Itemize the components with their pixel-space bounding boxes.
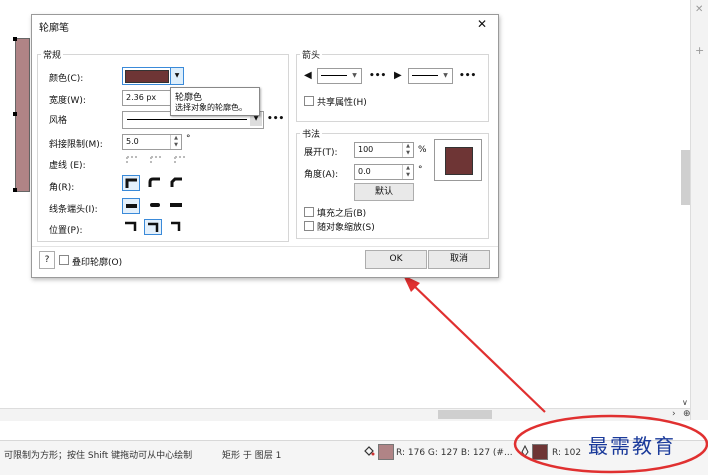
share-attr-checkbox[interactable] (304, 96, 314, 106)
stretch-unit: % (418, 145, 427, 155)
angle-value: 0.0 (358, 167, 371, 176)
color-dropdown-icon[interactable]: ▼ (170, 68, 183, 84)
stretch-spinner[interactable]: ▲ ▼ (402, 143, 413, 157)
fill-behind-label: 填充之后(B) (317, 209, 367, 219)
corner-miter-icon[interactable] (122, 175, 140, 191)
general-group-title: 常规 (41, 48, 64, 61)
angle-spinner[interactable]: ▲ ▼ (402, 165, 413, 179)
miter-input[interactable]: 5.0 ▲ ▼ (122, 134, 182, 150)
stretch-input[interactable]: 100 ▲ ▼ (354, 142, 414, 158)
arrow-end-icon: ▶ (394, 70, 402, 81)
style-line-preview (127, 119, 247, 120)
color-tooltip: 轮廓色 选择对象的轮廓色。 (170, 87, 260, 116)
position-center-icon[interactable] (144, 219, 162, 235)
end-arrow-preview (412, 75, 438, 76)
width-value: 2.36 px (126, 93, 157, 102)
fill-behind-checkbox[interactable] (304, 207, 314, 217)
default-button[interactable]: 默认 (354, 183, 414, 201)
scale-with-object-label: 随对象缩放(S) (317, 223, 375, 233)
nib-preview[interactable] (434, 139, 482, 181)
start-arrow-more-button[interactable]: ••• (369, 71, 386, 81)
outline-pen-dialog: 轮廓笔 ✕ 常规 颜色(C): ▼ 宽度(W): 2.36 px 风格 ▼ ••… (31, 14, 499, 278)
calligraphy-group-title: 书法 (300, 127, 323, 140)
cancel-button[interactable]: 取消 (428, 250, 490, 269)
width-label: 宽度(W): (49, 96, 86, 106)
caps-row (122, 198, 192, 214)
dashes-row (124, 154, 194, 168)
cap-square-icon[interactable] (168, 198, 184, 212)
overprint-checkbox[interactable] (59, 255, 69, 265)
overprint-label: 叠印轮廓(O) (72, 258, 123, 268)
angle-input[interactable]: 0.0 ▲ ▼ (354, 164, 414, 180)
bottom-divider (32, 246, 498, 247)
cap-round-icon[interactable] (146, 198, 162, 212)
dash-style-1-icon[interactable] (124, 154, 140, 168)
corners-label: 角(R): (49, 183, 75, 193)
color-preview (125, 70, 169, 83)
position-outside-icon[interactable] (122, 219, 138, 233)
close-icon[interactable]: ✕ (477, 17, 487, 31)
scale-with-object-checkbox[interactable] (304, 221, 314, 231)
dash-style-2-icon[interactable] (148, 154, 164, 168)
color-picker[interactable]: ▼ (122, 67, 184, 85)
miter-unit: ° (186, 134, 191, 144)
arrow-start-icon: ◀ (304, 70, 312, 81)
stretch-value: 100 (358, 145, 374, 154)
caps-label: 线条端头(I): (49, 205, 98, 215)
start-arrow-preview (321, 75, 347, 76)
nib-shape (445, 147, 473, 175)
stretch-label: 展开(T): (304, 148, 338, 158)
end-arrow-dropdown[interactable]: ▼ (408, 68, 453, 84)
miter-value: 5.0 (126, 137, 139, 146)
style-label: 风格 (49, 116, 68, 126)
style-more-button[interactable]: ••• (267, 114, 284, 124)
color-label: 颜色(C): (49, 74, 84, 84)
corner-bevel-icon[interactable] (168, 175, 184, 189)
angle-unit: ° (418, 165, 423, 175)
miter-spinner[interactable]: ▲ ▼ (170, 135, 181, 149)
width-input[interactable]: 2.36 px (122, 90, 174, 106)
arrows-group (296, 54, 489, 122)
dashes-label: 虚线 (E): (49, 161, 86, 171)
annotation-arrow-line (409, 281, 546, 413)
corners-row (122, 175, 192, 191)
angle-label: 角度(A): (304, 170, 339, 180)
tooltip-text: 选择对象的轮廓色。 (175, 103, 247, 112)
start-arrow-dropdown-icon[interactable]: ▼ (349, 69, 360, 83)
corner-round-icon[interactable] (146, 175, 162, 189)
end-arrow-more-button[interactable]: ••• (459, 71, 476, 81)
cap-butt-icon[interactable] (122, 198, 140, 214)
watermark-text: 最需教育 (588, 434, 676, 458)
help-button[interactable]: ? (39, 251, 55, 269)
dialog-title: 轮廓笔 (39, 23, 69, 34)
start-arrow-dropdown[interactable]: ▼ (317, 68, 362, 84)
ok-button[interactable]: OK (365, 250, 427, 269)
dash-style-3-icon[interactable] (172, 154, 188, 168)
miter-label: 斜接限制(M): (49, 140, 103, 150)
position-row (122, 219, 192, 235)
end-arrow-dropdown-icon[interactable]: ▼ (440, 69, 451, 83)
share-attr-label: 共享属性(H) (317, 98, 367, 108)
arrows-group-title: 箭头 (300, 48, 323, 61)
position-inside-icon[interactable] (168, 219, 184, 233)
position-label: 位置(P): (49, 226, 83, 236)
